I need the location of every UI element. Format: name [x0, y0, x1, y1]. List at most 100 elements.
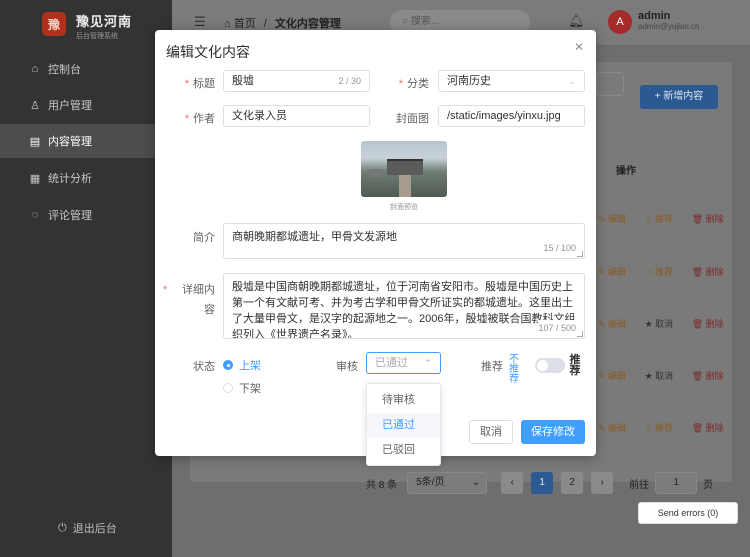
recommend-link[interactable]: ☆ 推荐 [645, 267, 682, 277]
filter-select[interactable] [596, 72, 624, 96]
goto-page-input[interactable]: 1 [655, 472, 698, 494]
menu-toggle-icon[interactable]: ☰ [194, 14, 206, 30]
page-button-2[interactable]: 2 [561, 472, 584, 494]
title-value: 殷墟 [232, 75, 254, 87]
delete-link[interactable]: 🗑︎ 删除 [692, 423, 732, 433]
unrecommend-link[interactable]: ★ 取消 [645, 319, 682, 329]
recommend-off-text: 不推荐 [509, 354, 519, 385]
logout-button[interactable]: ⏻ 退出后台 [58, 520, 117, 536]
add-content-button[interactable]: + 新增内容 [640, 85, 718, 109]
page-unit-label: 页 [703, 479, 714, 491]
cover-preview-caption: 封面预览 [390, 204, 418, 211]
sidebar-item-label: 内容管理 [48, 136, 92, 148]
unrecommend-link[interactable]: ★ 取消 [645, 371, 682, 381]
ops-column-header: 操作 [616, 166, 636, 177]
delete-link[interactable]: 🗑︎ 删除 [692, 267, 732, 277]
sidebar-item-label: 统计分析 [48, 173, 92, 185]
send-errors-button[interactable]: Send errors (0) [638, 502, 738, 524]
delete-link[interactable]: 🗑︎ 删除 [692, 371, 732, 381]
radio-dot [223, 383, 233, 393]
breadcrumb: ⌂ 首页 / 文化内容管理 [224, 15, 341, 31]
next-page-button[interactable]: › [591, 472, 614, 494]
author-label: * 作者 [184, 113, 215, 125]
dialog-title: 编辑文化内容 [166, 44, 250, 60]
delete-link[interactable]: 🗑︎ 删除 [692, 319, 732, 329]
cover-label: 封面图 [396, 113, 429, 125]
category-select[interactable]: 河南历史 ⌄ [438, 70, 585, 92]
page-button-1[interactable]: 1 [531, 472, 554, 494]
table-row-actions: ✎ 编辑 ★ 取消 🗑︎ 删除 [598, 317, 740, 330]
review-option-pending[interactable]: 待审核 [367, 388, 440, 413]
comment-icon: ◌ [31, 209, 39, 221]
resize-handle-icon[interactable] [577, 251, 583, 257]
goto-label: 前往 [629, 479, 650, 491]
cover-input[interactable]: /static/images/yinxu.jpg [438, 105, 585, 127]
edit-link[interactable]: ✎ 编辑 [598, 371, 634, 381]
logo-badge: 豫 [42, 12, 66, 36]
resize-handle-icon[interactable] [577, 331, 583, 337]
pagination: 共 8 条 5条/页 ⌄ ‹ 1 2 › 前往 1 页 [366, 472, 713, 494]
edit-link[interactable]: ✎ 编辑 [598, 319, 634, 329]
recommend-on-text: 推荐 [569, 354, 581, 377]
save-button[interactable]: 保存修改 [521, 420, 585, 444]
title-char-count: 2 / 30 [338, 76, 361, 86]
sidebar-item-label: 控制台 [48, 64, 81, 76]
table-row-actions: ✎ 编辑 ★ 取消 🗑︎ 删除 [598, 369, 740, 382]
user-email: admin@yujian.cn [638, 22, 700, 31]
bell-icon[interactable]: 🔔︎ [568, 13, 585, 29]
document-icon: ▤ [29, 135, 41, 148]
power-icon: ⏻ [58, 521, 67, 534]
logo-title: 豫见河南 [76, 14, 133, 29]
cancel-button[interactable]: 取消 [469, 420, 513, 444]
summary-textarea[interactable]: 商朝晚期都城遗址，甲骨文发源地 15 / 100 [223, 223, 585, 259]
recommend-link[interactable]: ☆ 推荐 [645, 423, 682, 433]
review-option-approved[interactable]: 已通过 [367, 413, 440, 438]
sidebar-item-stats[interactable]: ▦ 统计分析 [0, 161, 172, 195]
sidebar-item-dashboard[interactable]: ⌂ 控制台 [0, 52, 172, 86]
status-online-label: 上架 [239, 360, 261, 372]
chevron-up-icon: ⌃ [424, 358, 432, 368]
summary-char-count: 15 / 100 [543, 240, 576, 256]
edit-link[interactable]: ✎ 编辑 [598, 423, 634, 433]
review-select[interactable]: 已通过 ⌃ [366, 352, 441, 374]
breadcrumb-home[interactable]: 首页 [234, 18, 256, 30]
detail-char-count: 107 / 500 [538, 320, 576, 336]
detail-label: * 详细内容 [163, 284, 215, 316]
prev-page-button[interactable]: ‹ [501, 472, 524, 494]
edit-link[interactable]: ✎ 编辑 [598, 214, 634, 224]
cover-value: /static/images/yinxu.jpg [447, 110, 561, 122]
sidebar-item-content[interactable]: ▤ 内容管理 [0, 124, 172, 158]
recommend-label: 推荐 [481, 361, 503, 373]
sidebar-item-label: 评论管理 [48, 210, 92, 222]
recommend-link[interactable]: ☆ 推荐 [645, 214, 682, 224]
title-label: * 标题 [184, 78, 215, 90]
delete-link[interactable]: 🗑︎ 删除 [692, 214, 732, 224]
chart-icon: ▦ [29, 172, 41, 185]
sidebar: 豫 豫见河南 后台管理系统 ⌂ 控制台 ♙ 用户管理 ▤ 内容管理 ▦ 统计分析… [0, 0, 172, 557]
table-row-actions: ✎ 编辑 ☆ 推荐 🗑︎ 删除 [598, 421, 740, 434]
avatar[interactable]: A [608, 10, 632, 34]
status-offline-label: 下架 [239, 383, 261, 395]
table-row-actions: ✎ 编辑 ☆ 推荐 🗑︎ 删除 [598, 265, 740, 278]
pagination-total: 共 8 条 [366, 479, 398, 491]
edit-link[interactable]: ✎ 编辑 [598, 267, 634, 277]
detail-textarea[interactable]: 殷墟是中国商朝晚期都城遗址，位于河南省安阳市。殷墟是中国历史上第一个有文献可考、… [223, 273, 585, 339]
detail-value: 殷墟是中国商朝晚期都城遗址，位于河南省安阳市。殷墟是中国历史上第一个有文献可考、… [232, 281, 576, 339]
status-offline-radio[interactable]: 下架 [223, 380, 261, 396]
radio-dot [223, 360, 233, 370]
user-info[interactable]: admin admin@yujian.cn [638, 10, 699, 31]
summary-value: 商朝晚期都城遗址，甲骨文发源地 [232, 231, 397, 243]
author-input[interactable]: 文化录入员 [223, 105, 370, 127]
cover-preview-image [361, 141, 447, 197]
category-label: * 分类 [398, 78, 429, 90]
home-icon: ⌂ [31, 63, 39, 75]
sidebar-item-users[interactable]: ♙ 用户管理 [0, 88, 172, 122]
sidebar-item-comments[interactable]: ◌ 评论管理 [0, 198, 172, 232]
title-input[interactable]: 殷墟 2 / 30 [223, 70, 370, 92]
recommend-switch[interactable] [535, 358, 565, 373]
status-online-radio[interactable]: 上架 [223, 357, 261, 373]
close-icon[interactable]: ✕ [574, 40, 584, 54]
page-size-select[interactable]: 5条/页 ⌄ [407, 472, 488, 494]
review-option-rejected[interactable]: 已驳回 [367, 438, 440, 463]
table-row-actions: ✎ 编辑 ☆ 推荐 🗑︎ 删除 [598, 212, 740, 225]
